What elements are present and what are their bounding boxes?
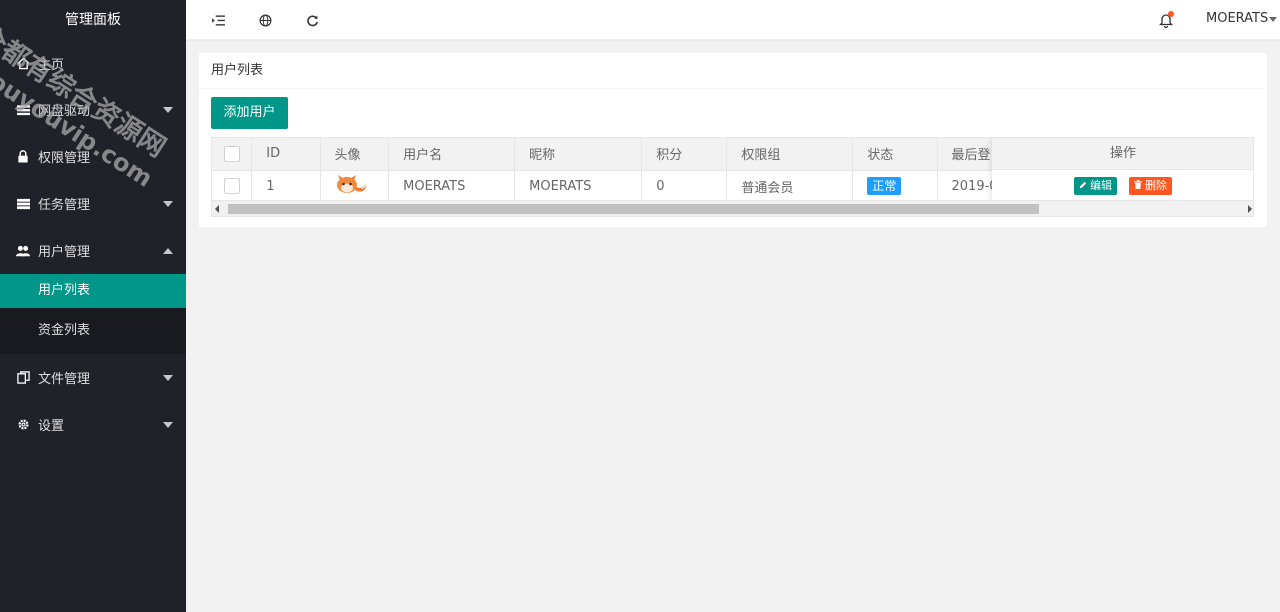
server-icon bbox=[16, 197, 30, 211]
avatar bbox=[335, 172, 369, 200]
cell-id: 1 bbox=[251, 170, 321, 203]
row-select-cell bbox=[212, 170, 253, 203]
user-menu[interactable]: MOERATS bbox=[1206, 11, 1268, 26]
chevron-down-icon bbox=[163, 374, 173, 381]
edit-label: 编辑 bbox=[1090, 179, 1112, 192]
files-icon bbox=[16, 371, 30, 385]
sidebar-item-tasks[interactable]: 任务管理 bbox=[0, 180, 186, 227]
cell-nickname: MOERATS bbox=[514, 170, 643, 203]
column-header[interactable]: 状态 bbox=[852, 138, 938, 171]
sidebar-item-label: 任务管理 bbox=[38, 198, 91, 213]
sidebar-item-label: 网盘驱动 bbox=[38, 104, 91, 119]
pencil-icon bbox=[1079, 177, 1087, 195]
globe-icon[interactable] bbox=[257, 12, 273, 28]
app-logo[interactable]: 管理面板 bbox=[0, 0, 186, 40]
status-badge: 正常 bbox=[867, 177, 902, 195]
scroll-thumb[interactable] bbox=[228, 204, 1039, 214]
column-header[interactable]: 昵称 bbox=[514, 138, 643, 171]
column-header[interactable]: 头像 bbox=[320, 138, 390, 171]
column-header[interactable]: 权限组 bbox=[726, 138, 854, 171]
sidebar-item-permissions[interactable]: 权限管理 bbox=[0, 133, 186, 180]
chevron-up-icon bbox=[163, 247, 173, 254]
sidebar-item-label: 设置 bbox=[38, 419, 65, 434]
sidebar-item-label: 权限管理 bbox=[38, 151, 91, 166]
chevron-down-icon bbox=[163, 200, 173, 207]
edit-button[interactable]: 编辑 bbox=[1074, 177, 1117, 195]
column-header[interactable]: 积分 bbox=[641, 138, 728, 171]
user-table: ID 头像 用户名 昵称 积分 权限组 状态 最后登 1 MOERATS MOE… bbox=[211, 137, 1254, 217]
row-actions: 编辑 删除 bbox=[992, 170, 1253, 202]
cell-status: 正常 bbox=[852, 170, 938, 203]
list-icon bbox=[16, 103, 30, 117]
column-header[interactable]: 用户名 bbox=[388, 138, 516, 171]
delete-button[interactable]: 删除 bbox=[1129, 177, 1172, 195]
user-list-card: 用户列表 添加用户 ID 头像 用户名 昵称 积分 权限组 状态 最后登 1 M… bbox=[199, 53, 1267, 227]
submenu-item-fund-list[interactable]: 资金列表 bbox=[0, 308, 186, 354]
trash-icon bbox=[1134, 177, 1142, 195]
home-icon bbox=[16, 56, 30, 70]
refresh-icon[interactable] bbox=[304, 12, 320, 28]
chevron-down-icon bbox=[163, 421, 173, 428]
sidebar: 管理面板 主页 网盘驱动 权限管理 任务管理 用户管理 用户列表 资金列表 文件… bbox=[0, 0, 186, 612]
actions-column: 操作 编辑 删除 bbox=[992, 138, 1253, 202]
users-icon bbox=[16, 244, 30, 258]
chevron-down-icon[interactable] bbox=[1269, 17, 1277, 22]
users-submenu: 用户列表 资金列表 bbox=[0, 274, 186, 354]
column-header-actions: 操作 bbox=[992, 138, 1253, 170]
horizontal-scrollbar[interactable] bbox=[212, 200, 1253, 216]
scroll-left-arrow[interactable] bbox=[215, 205, 219, 213]
card-title: 用户列表 bbox=[199, 53, 1267, 89]
top-header: MOERATS bbox=[186, 0, 1280, 40]
sidebar-item-label: 文件管理 bbox=[38, 372, 91, 387]
sidebar-item-label: 用户管理 bbox=[38, 245, 91, 260]
sidebar-item-drive[interactable]: 网盘驱动 bbox=[0, 86, 186, 133]
sidebar-item-home[interactable]: 主页 bbox=[0, 40, 186, 86]
gear-icon bbox=[16, 418, 30, 432]
select-all-checkbox[interactable] bbox=[224, 145, 240, 162]
add-user-button[interactable]: 添加用户 bbox=[211, 97, 288, 129]
column-header[interactable]: ID bbox=[251, 138, 321, 171]
sidebar-item-files[interactable]: 文件管理 bbox=[0, 354, 186, 401]
sidebar-item-settings[interactable]: 设置 bbox=[0, 401, 186, 448]
cell-username: MOERATS bbox=[388, 170, 516, 203]
row-checkbox[interactable] bbox=[224, 178, 240, 194]
submenu-item-user-list[interactable]: 用户列表 bbox=[0, 274, 186, 308]
chevron-down-icon bbox=[163, 106, 173, 113]
lock-icon bbox=[16, 150, 30, 164]
notification-dot bbox=[1168, 11, 1174, 17]
menu-shrink-icon[interactable] bbox=[210, 12, 226, 28]
sidebar-item-label: 主页 bbox=[38, 57, 65, 73]
scroll-right-arrow[interactable] bbox=[1248, 205, 1252, 213]
cell-group: 普通会员 bbox=[726, 170, 854, 203]
delete-label: 删除 bbox=[1145, 179, 1167, 192]
cell-avatar bbox=[320, 170, 390, 203]
cell-points: 0 bbox=[641, 170, 728, 203]
select-all-column bbox=[212, 138, 253, 171]
sidebar-item-users[interactable]: 用户管理 bbox=[0, 227, 186, 274]
